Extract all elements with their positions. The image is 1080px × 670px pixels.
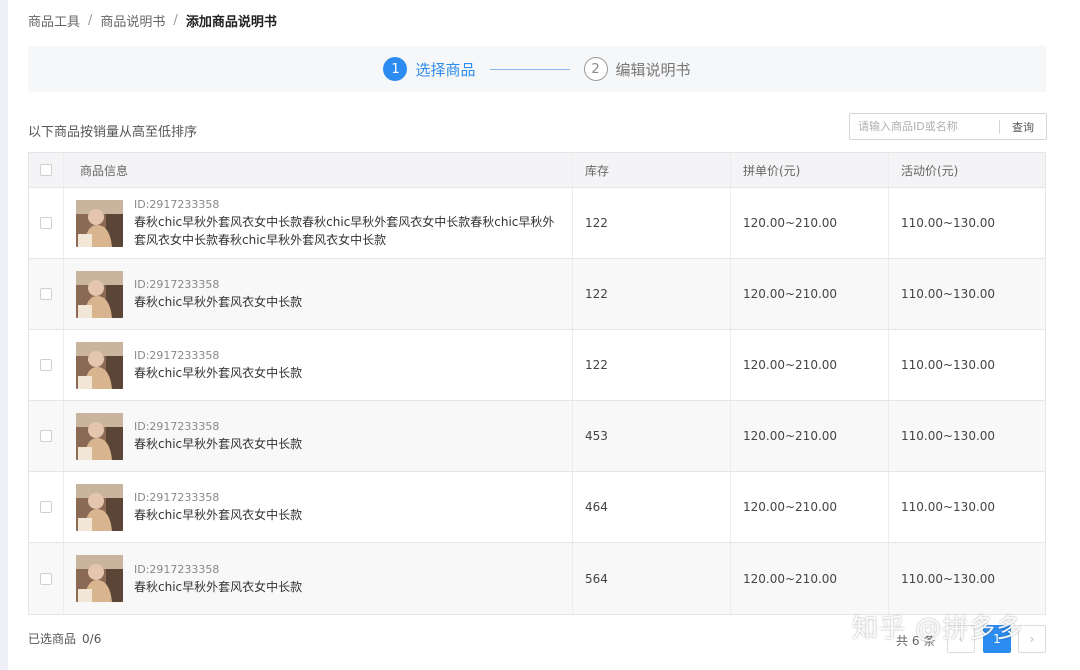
stock-cell: 564: [573, 543, 731, 614]
table-row[interactable]: ID:2917233358 春秋chic早秋外套风衣女中长款春秋chic早秋外套风…: [29, 188, 1045, 259]
product-thumbnail: [76, 341, 123, 389]
product-thumbnail: [76, 412, 123, 460]
row-checkbox-cell: [29, 330, 64, 400]
row-checkbox[interactable]: [40, 572, 52, 585]
row-checkbox-cell: [29, 543, 64, 614]
product-name: 春秋chic早秋外套风衣女中长款: [134, 295, 303, 309]
breadcrumb: 商品工具 / 商品说明书 / 添加商品说明书: [28, 11, 277, 30]
product-name: 春秋chic早秋外套风衣女中长款: [134, 579, 303, 594]
search-box: 查询: [849, 113, 1047, 140]
step-number-1: 1: [383, 57, 408, 81]
selected-label: 已选商品: [28, 632, 77, 646]
stock-cell: 464: [573, 472, 731, 542]
step-connector: [489, 68, 570, 70]
product-info-cell: ID:2917233358 春秋chic早秋外套风衣女中长款: [64, 472, 573, 542]
product-text: ID:2917233358 春秋chic早秋外套风衣女中长款: [134, 490, 560, 524]
left-sidebar-strip: [0, 0, 8, 670]
product-text: ID:2917233358 春秋chic早秋外套风衣女中长款春秋chic早秋外套风…: [134, 197, 560, 249]
product-name: 春秋chic早秋外套风衣女中长款: [134, 437, 303, 451]
product-info-cell: ID:2917233358 春秋chic早秋外套风衣女中长款春秋chic早秋外套风…: [64, 188, 573, 258]
row-checkbox[interactable]: [40, 359, 52, 371]
stock-cell: 122: [573, 330, 731, 400]
step-label-edit-manual: 编辑说明书: [615, 60, 691, 79]
step-number-2: 2: [583, 57, 608, 81]
group-price-cell: 120.00~210.00: [731, 543, 889, 614]
group-price-cell: 120.00~210.00: [731, 472, 889, 542]
row-checkbox-cell: [29, 188, 64, 258]
product-text: ID:2917233358 春秋chic早秋外套风衣女中长款: [134, 419, 560, 453]
selected-count: 0/6: [82, 632, 102, 646]
activity-price-cell: 110.00~130.00: [901, 358, 996, 372]
product-name: 春秋chic早秋外套风衣女中长款春秋chic早秋外套风衣女中长款春秋chic早秋…: [134, 215, 555, 247]
header-activity-price: 活动价(元): [901, 163, 959, 178]
header-checkbox-cell: [29, 153, 64, 187]
step-indicator: 1 选择商品 2 编辑说明书: [28, 46, 1046, 92]
row-checkbox-cell: [29, 259, 64, 329]
activity-price-cell: 110.00~130.00: [901, 287, 996, 301]
page: 商品工具 / 商品说明书 / 添加商品说明书 1 选择商品 2 编辑说明书 以下…: [0, 0, 1080, 670]
row-checkbox[interactable]: [40, 217, 52, 229]
product-info-cell: ID:2917233358 春秋chic早秋外套风衣女中长款: [64, 330, 573, 400]
sort-note: 以下商品按销量从高至低排序: [28, 125, 198, 140]
selected-products: 已选商品 0/6: [28, 630, 101, 647]
breadcrumb-item-product-manual[interactable]: 商品说明书: [100, 11, 165, 30]
table-row[interactable]: ID:2917233358 春秋chic早秋外套风衣女中长款 122 120.00~2…: [29, 330, 1045, 401]
row-checkbox[interactable]: [40, 288, 52, 300]
activity-price-cell: 110.00~130.00: [901, 216, 996, 230]
select-all-checkbox[interactable]: [40, 164, 52, 176]
group-price-cell: 120.00~210.00: [731, 188, 889, 258]
breadcrumb-separator: /: [88, 12, 93, 28]
activity-price-cell: 110.00~130.00: [901, 571, 996, 586]
breadcrumb-separator: /: [173, 12, 178, 28]
breadcrumb-current: 添加商品说明书: [185, 14, 277, 30]
group-price-cell: 120.00~210.00: [731, 330, 889, 400]
table-body: ID:2917233358 春秋chic早秋外套风衣女中长款春秋chic早秋外套风…: [29, 188, 1045, 614]
product-id: ID:2917233358: [134, 349, 220, 362]
product-info-cell: ID:2917233358 春秋chic早秋外套风衣女中长款: [64, 543, 573, 614]
product-thumbnail: [76, 270, 123, 318]
group-price-cell: 120.00~210.00: [731, 401, 889, 471]
product-name: 春秋chic早秋外套风衣女中长款: [134, 508, 303, 522]
breadcrumb-item-product-tools[interactable]: 商品工具: [28, 11, 80, 30]
product-text: ID:2917233358 春秋chic早秋外套风衣女中长款: [134, 348, 560, 382]
watermark: 知乎 @拼多多: [852, 614, 1024, 644]
product-id: ID:2917233358: [134, 491, 220, 504]
row-checkbox[interactable]: [40, 430, 52, 442]
product-thumbnail: [76, 199, 123, 247]
step-label-select-product: 选择商品: [415, 60, 476, 79]
row-checkbox[interactable]: [40, 501, 52, 513]
step-select-product: 1 选择商品: [383, 57, 476, 81]
product-id: ID:2917233358: [134, 198, 220, 211]
table-row[interactable]: ID:2917233358 春秋chic早秋外套风衣女中长款 122 120.00~2…: [29, 259, 1045, 330]
table-row[interactable]: ID:2917233358 春秋chic早秋外套风衣女中长款 453 120.00~2…: [29, 401, 1045, 472]
group-price-cell: 120.00~210.00: [731, 259, 889, 329]
product-table: 商品信息 库存 拼单价(元) 活动价(元) ID:2917233358 春秋chi…: [28, 152, 1046, 615]
header-product-info: 商品信息: [64, 153, 573, 187]
product-id: ID:2917233358: [134, 562, 220, 576]
product-name: 春秋chic早秋外套风衣女中长款: [134, 366, 303, 380]
product-info-cell: ID:2917233358 春秋chic早秋外套风衣女中长款: [64, 401, 573, 471]
table-row[interactable]: ID:2917233358 春秋chic早秋外套风衣女中长款 564 120.00~2…: [29, 543, 1045, 614]
header-stock: 库存: [573, 153, 731, 187]
product-thumbnail: [76, 483, 123, 531]
product-info-cell: ID:2917233358 春秋chic早秋外套风衣女中长款: [64, 259, 573, 329]
step-edit-manual: 2 编辑说明书: [583, 57, 691, 81]
stock-cell: 453: [573, 401, 731, 471]
activity-price-cell: 110.00~130.00: [901, 500, 996, 514]
product-text: ID:2917233358 春秋chic早秋外套风衣女中长款: [134, 277, 560, 311]
table-row[interactable]: ID:2917233358 春秋chic早秋外套风衣女中长款 464 120.00~2…: [29, 472, 1045, 543]
header-group-price: 拼单价(元): [731, 153, 889, 187]
row-checkbox-cell: [29, 401, 64, 471]
product-thumbnail: [76, 555, 123, 602]
stock-cell: 122: [573, 188, 731, 258]
product-id: ID:2917233358: [134, 420, 220, 433]
search-input[interactable]: [850, 114, 999, 139]
product-text: ID:2917233358 春秋chic早秋外套风衣女中长款: [134, 562, 560, 596]
row-checkbox-cell: [29, 472, 64, 542]
activity-price-cell: 110.00~130.00: [901, 429, 996, 443]
product-id: ID:2917233358: [134, 278, 220, 291]
search-button[interactable]: 查询: [1000, 114, 1046, 139]
table-header: 商品信息 库存 拼单价(元) 活动价(元): [29, 153, 1045, 188]
stock-cell: 122: [573, 259, 731, 329]
